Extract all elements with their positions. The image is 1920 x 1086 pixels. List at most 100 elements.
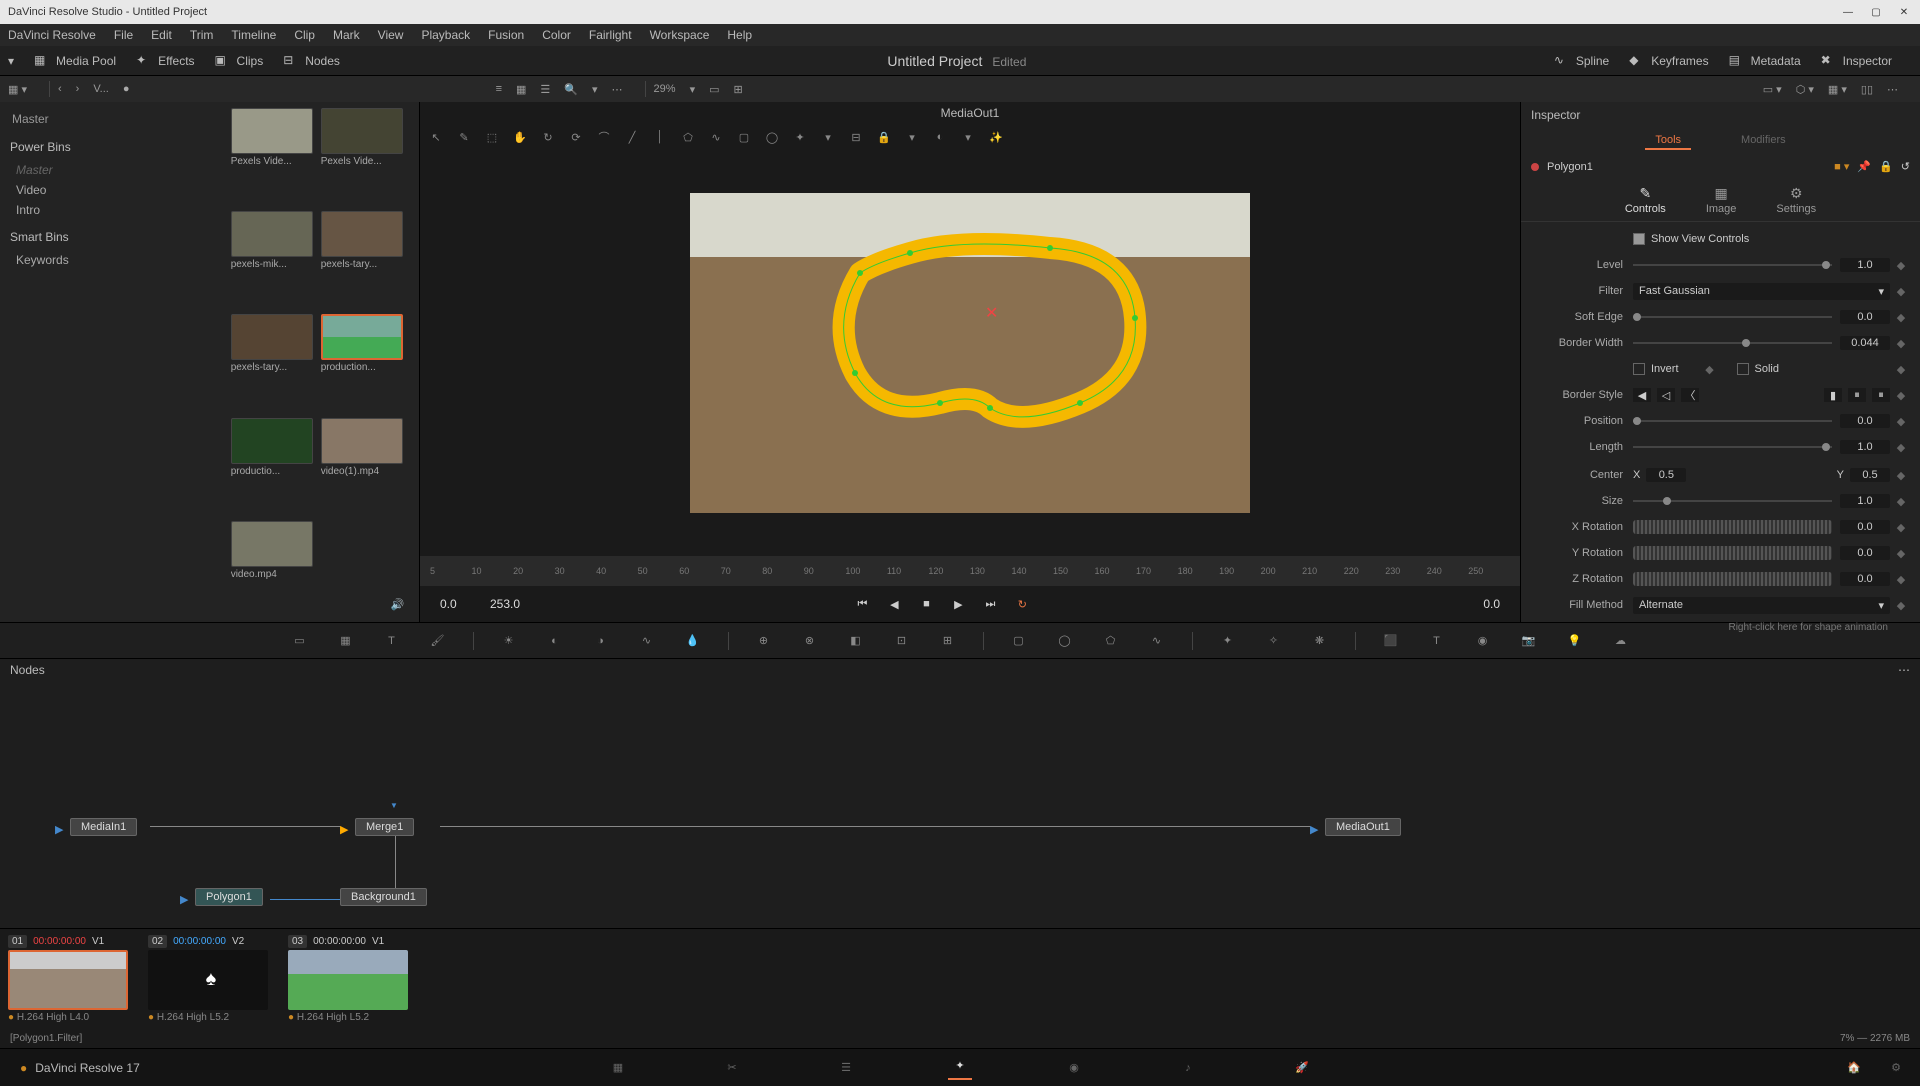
refresh-icon[interactable]: ⟳ <box>568 129 584 145</box>
speaker-icon[interactable]: 🔊 <box>389 595 407 613</box>
reduce-icon[interactable]: ⊟ <box>848 129 864 145</box>
keyframe-icon[interactable]: ◆ <box>1703 363 1717 376</box>
fx-channelbool-icon[interactable]: ⊗ <box>799 630 821 652</box>
filter-icon[interactable]: ▾ <box>592 83 598 96</box>
more-icon[interactable]: ⋯ <box>1887 83 1898 96</box>
length-value[interactable]: 1.0 <box>1840 440 1890 454</box>
pool-mode-dropdown[interactable]: ▦ ▾ <box>8 83 27 96</box>
clip-item[interactable]: video(1).mp4 <box>321 418 403 513</box>
keyframe-icon[interactable]: ◆ <box>1894 441 1908 454</box>
fill-method-select[interactable]: Alternate▾ <box>1633 597 1890 614</box>
magic-icon[interactable]: ✨ <box>988 129 1004 145</box>
master-bin[interactable]: Master <box>6 108 79 130</box>
arrow-tool-icon[interactable]: ↖ <box>428 129 444 145</box>
home-icon[interactable]: 🏠 <box>1842 1056 1866 1080</box>
fx-3d-icon[interactable]: ⬛ <box>1380 630 1402 652</box>
curve-tool-icon[interactable]: ⌒ <box>596 129 612 145</box>
subtab-settings[interactable]: ⚙Settings <box>1776 185 1816 215</box>
node-background[interactable]: Background1 <box>340 888 427 906</box>
fx-polygon-mask-icon[interactable]: ⬠ <box>1100 630 1122 652</box>
stop-button[interactable]: ■ <box>917 595 935 613</box>
search-icon[interactable]: 🔍 <box>564 83 578 96</box>
node-mediain[interactable]: MediaIn1 <box>70 818 137 836</box>
style-btn-3[interactable]: 〈 <box>1681 388 1699 402</box>
style-btn-1[interactable]: ◀ <box>1633 388 1651 402</box>
keyframe-icon[interactable]: ◆ <box>1894 337 1908 350</box>
keyframe-icon[interactable]: ◆ <box>1894 415 1908 428</box>
clip-item[interactable]: pexels-tary... <box>231 314 313 409</box>
fx-paint-icon[interactable]: 🖌 <box>427 630 449 652</box>
page-fusion-icon[interactable]: ✦ <box>948 1056 972 1080</box>
xrot-value[interactable]: 0.0 <box>1840 520 1890 534</box>
breadcrumb[interactable]: V... <box>93 83 109 95</box>
play-reverse-button[interactable]: ◀ <box>885 595 903 613</box>
dropdown-panel[interactable]: ▾ <box>8 54 14 68</box>
page-edit-icon[interactable]: ☰ <box>834 1056 858 1080</box>
menu-edit[interactable]: Edit <box>151 28 172 42</box>
fx-hue-icon[interactable]: ◑ <box>590 630 612 652</box>
node-polygon[interactable]: Polygon1 <box>195 888 263 906</box>
invert-checkbox[interactable] <box>1633 363 1645 375</box>
fx-camera-icon[interactable]: 📷 <box>1518 630 1540 652</box>
rect-tool-icon[interactable]: ▢ <box>736 129 752 145</box>
fx-shape3d-icon[interactable]: ◉ <box>1472 630 1494 652</box>
bspline-tool-icon[interactable]: ∿ <box>708 129 724 145</box>
style-btn-2[interactable]: ◁ <box>1657 388 1675 402</box>
node-pin-icon[interactable]: 📌 <box>1857 160 1871 173</box>
nodes-options-icon[interactable]: ⋯ <box>1898 663 1910 677</box>
keyframe-icon[interactable]: ◆ <box>1894 311 1908 324</box>
zrot-value[interactable]: 0.0 <box>1840 572 1890 586</box>
bin-master[interactable]: Master <box>6 160 79 180</box>
page-color-icon[interactable]: ◉ <box>1062 1056 1086 1080</box>
polygon-mask-shape[interactable]: ✕ <box>820 233 1160 443</box>
node-mediaout[interactable]: MediaOut1 <box>1325 818 1401 836</box>
node-lock-icon[interactable]: 🔒 <box>1879 160 1893 173</box>
solid-checkbox[interactable] <box>1737 363 1749 375</box>
position-value[interactable]: 0.0 <box>1840 414 1890 428</box>
more-tools-icon[interactable]: ▾ <box>820 129 836 145</box>
line-tool-icon[interactable]: ╱ <box>624 129 640 145</box>
keyframe-icon[interactable]: ◆ <box>1894 259 1908 272</box>
menu-help[interactable]: Help <box>727 28 752 42</box>
layout-icon[interactable]: ▭ <box>709 83 719 96</box>
fx-text-icon[interactable]: T <box>381 630 403 652</box>
size-slider[interactable] <box>1633 500 1832 502</box>
node-version-icon[interactable]: ■ ▾ <box>1834 160 1849 173</box>
render-icon[interactable]: ⬡ ▾ <box>1796 83 1814 96</box>
time-ruler[interactable]: 510 2030 4050 6070 8090 100110 120130 14… <box>420 556 1520 586</box>
smart-bins-header[interactable]: Smart Bins <box>6 224 79 250</box>
nodes-toggle[interactable]: ⊟Nodes <box>283 53 340 69</box>
clip-item[interactable]: Pexels Vide... <box>231 108 313 203</box>
clip-item[interactable]: video.mp4 <box>231 521 313 616</box>
node-merge[interactable]: Merge1 <box>355 818 414 836</box>
selected-node-header[interactable]: Polygon1 ■ ▾ 📌 🔒 ↺ <box>1521 154 1920 179</box>
bin-intro[interactable]: Intro <box>6 200 79 220</box>
polygon-tool-icon[interactable]: ⬠ <box>680 129 696 145</box>
fx-transform-icon[interactable]: ⊡ <box>891 630 913 652</box>
settings-icon[interactable]: ⚙ <box>1884 1056 1908 1080</box>
filter-select[interactable]: Fast Gaussian▾ <box>1633 283 1890 300</box>
page-deliver-icon[interactable]: 🚀 <box>1290 1056 1314 1080</box>
clip-item[interactable]: productio... <box>231 418 313 513</box>
menu-fairlight[interactable]: Fairlight <box>589 28 632 42</box>
fx-resize-icon[interactable]: ⊞ <box>937 630 959 652</box>
list-view-icon[interactable]: ☰ <box>540 83 550 96</box>
wand-tool-icon[interactable]: ✦ <box>792 129 808 145</box>
keyframe-icon[interactable]: ◆ <box>1894 389 1908 402</box>
clip-item[interactable]: Pexels Vide... <box>321 108 403 203</box>
menu-trim[interactable]: Trim <box>190 28 214 42</box>
viewer-layout-icon[interactable]: ▭ ▾ <box>1763 83 1782 96</box>
metadata-toggle[interactable]: ▤Metadata <box>1729 53 1801 69</box>
keyframe-icon[interactable]: ◆ <box>1894 285 1908 298</box>
fx-curves-icon[interactable]: ∿ <box>636 630 658 652</box>
menu-workspace[interactable]: Workspace <box>650 28 710 42</box>
hand-tool-icon[interactable]: ✋ <box>512 129 528 145</box>
ellipse-tool-icon[interactable]: ◯ <box>764 129 780 145</box>
minimize-button[interactable]: — <box>1840 4 1856 20</box>
show-view-checkbox[interactable] <box>1633 233 1645 245</box>
center-y-value[interactable]: 0.5 <box>1850 468 1890 482</box>
fx-colorcorrect-icon[interactable]: ◐ <box>544 630 566 652</box>
timecode-current[interactable]: 0.0 <box>440 597 457 611</box>
close-button[interactable]: ✕ <box>1896 4 1912 20</box>
nav-back[interactable]: ‹ <box>58 83 62 95</box>
